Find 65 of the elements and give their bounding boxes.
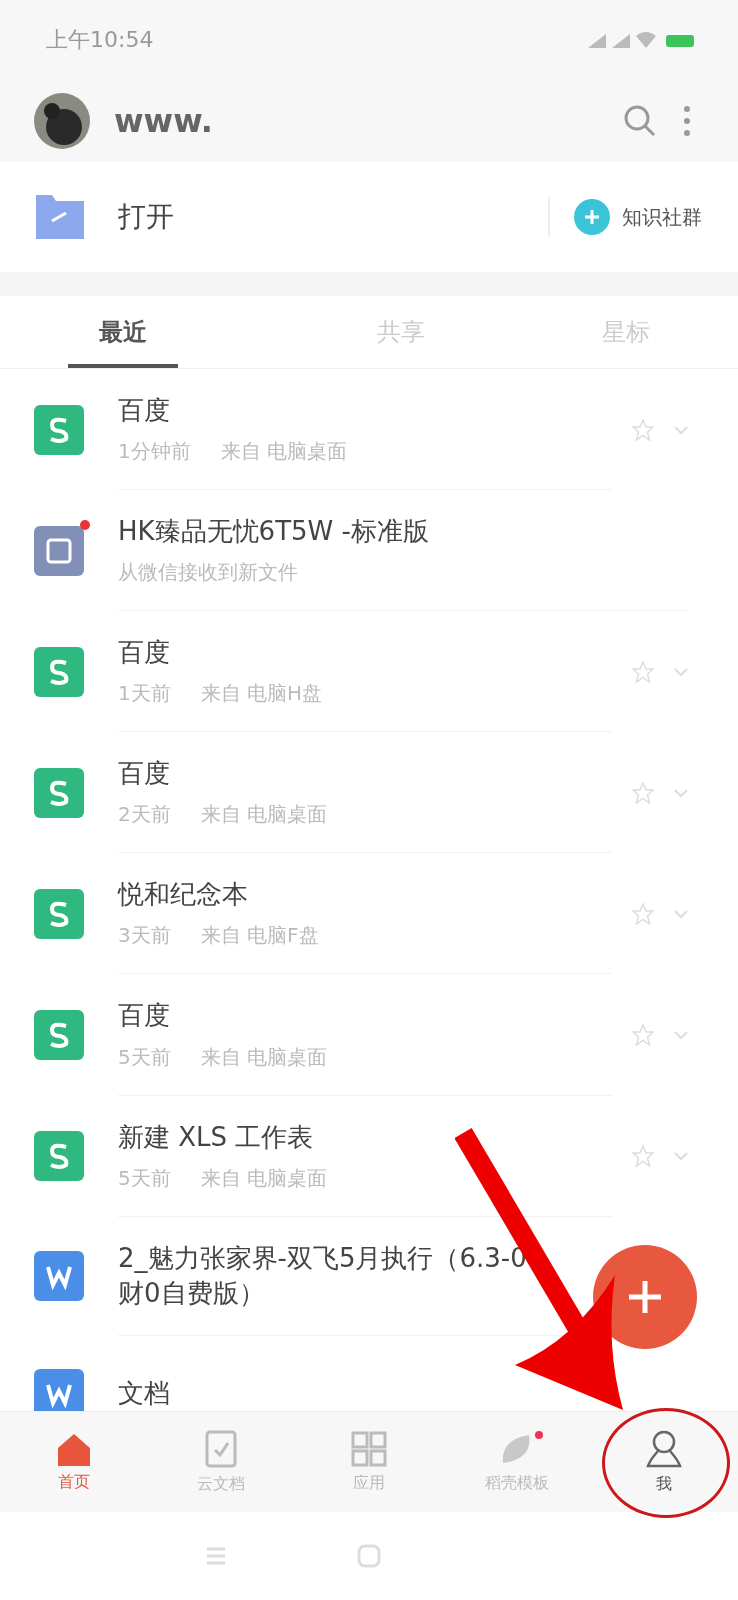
file-row[interactable]: 百度 1分钟前 来自 电脑桌面 (0, 369, 738, 491)
file-name: 悦和纪念本 (118, 878, 249, 912)
dropdown-icon[interactable] (674, 666, 688, 677)
file-icon (34, 767, 84, 818)
avatar-icon[interactable] (34, 93, 90, 149)
grid-icon (351, 1430, 387, 1467)
dropdown-icon[interactable] (674, 908, 688, 919)
file-row[interactable]: 悦和纪念本 3天前 来自 电脑F盘 (0, 853, 738, 975)
dropdown-icon[interactable] (674, 787, 688, 798)
file-name: 百度 (118, 757, 171, 791)
tab[interactable]: 最近 (68, 296, 178, 368)
home-icon (55, 1431, 92, 1466)
document-icon (205, 1429, 238, 1468)
dropdown-icon[interactable] (674, 1030, 688, 1040)
status-time: 上午10:54 (46, 26, 154, 54)
file-name: 百度 (118, 636, 171, 670)
file-name: 新建 XLS 工作表 (118, 1120, 315, 1154)
plus-circle-icon[interactable] (574, 199, 610, 235)
file-source: 来自 电脑桌面 (200, 1043, 328, 1071)
file-name: 文档 (118, 1377, 171, 1411)
person-icon (646, 1429, 683, 1468)
file-time: 1分钟前 (118, 438, 191, 466)
file-source: 来自 电脑桌面 (200, 1164, 328, 1192)
file-source: 来自 电脑F盘 (200, 922, 319, 950)
star-icon[interactable] (632, 1145, 654, 1168)
more-icon[interactable] (682, 105, 692, 137)
file-source: 来自 电脑桌面 (200, 801, 328, 829)
file-source: 来自 电脑H盘 (200, 680, 323, 708)
search-icon[interactable] (622, 103, 658, 139)
star-icon[interactable] (632, 1024, 654, 1046)
file-name: 百度 (118, 394, 171, 427)
star-icon[interactable] (632, 781, 654, 804)
file-icon (34, 1010, 84, 1060)
dropdown-icon[interactable] (674, 1151, 688, 1162)
star-icon[interactable] (632, 902, 654, 925)
file-source: 来自 电脑桌面 (220, 438, 348, 466)
file-time: 3天前 (118, 922, 171, 950)
menu-key-icon[interactable] (205, 1545, 227, 1567)
dropdown-icon[interactable] (674, 424, 688, 435)
file-name: 百度 (118, 999, 171, 1033)
file-name: HK臻品无忧6T5W -标准版 (118, 515, 430, 549)
file-time: 从微信接收到新文件 (118, 559, 298, 587)
folder-icon[interactable] (36, 195, 84, 239)
file-time: 5天前 (118, 1043, 171, 1071)
account-name: www. (114, 102, 214, 140)
file-row[interactable]: 百度 2天前 来自 电脑桌面 (0, 732, 738, 854)
file-row[interactable]: 新建 XLS 工作表 5天前 来自 电脑桌面 (0, 1095, 738, 1217)
nav-tab[interactable]: 我 (590, 1412, 738, 1512)
community-link[interactable]: 知识社群 (622, 203, 702, 231)
star-icon[interactable] (632, 418, 654, 441)
file-time: 2天前 (118, 801, 171, 829)
open-button[interactable]: 打开 (108, 198, 524, 236)
file-row[interactable]: 百度 5天前 来自 电脑桌面 (0, 974, 738, 1096)
file-icon (34, 888, 84, 939)
file-icon (34, 404, 84, 455)
file-icon (34, 1131, 84, 1182)
file-icon (34, 1251, 84, 1302)
file-row[interactable]: 百度 1天前 来自 电脑H盘 (0, 611, 738, 733)
file-time: 5天前 (118, 1164, 171, 1192)
file-icon (34, 525, 84, 576)
star-icon[interactable] (632, 660, 654, 683)
file-icon (34, 646, 84, 697)
file-row[interactable]: HK臻品无忧6T5W -标准版 从微信接收到新文件 (0, 490, 738, 612)
file-time: 1天前 (118, 680, 171, 708)
home-key-icon[interactable] (357, 1544, 381, 1568)
